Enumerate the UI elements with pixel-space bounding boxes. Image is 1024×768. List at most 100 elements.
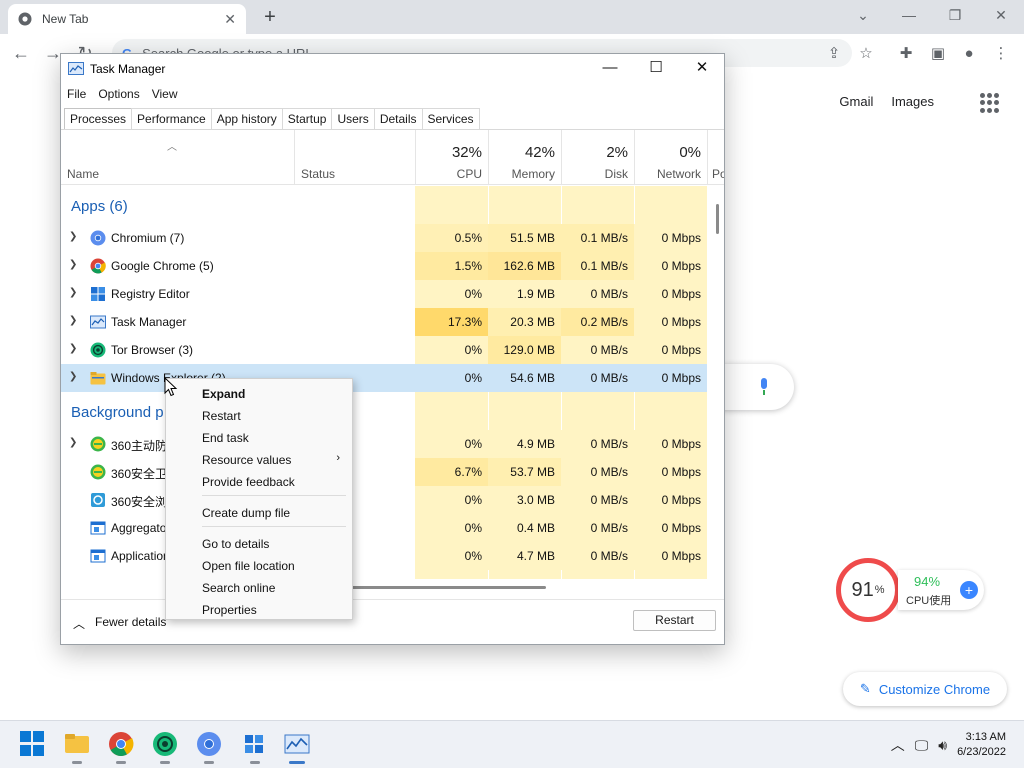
header-memory-pct: 42%	[524, 144, 555, 161]
star-icon[interactable]: ☆	[855, 43, 877, 65]
google-apps-icon[interactable]	[980, 93, 1000, 113]
table-row[interactable]: ❯ Chromium (7) 0.5% 51.5 MB 0.1 MB/s 0 M…	[61, 224, 707, 252]
volume-icon[interactable]: 🔊︎	[938, 737, 947, 754]
chevron-down-icon[interactable]: ⌄	[840, 0, 886, 32]
menu-item-search-online[interactable]: Search online	[166, 576, 352, 598]
table-row[interactable]: Application 0% 4.7 MB 0 MB/s 0 Mbps	[61, 542, 707, 570]
extensions-icon[interactable]: ✚	[895, 43, 917, 65]
table-row[interactable]: 360安全浏 0% 3.0 MB 0 MB/s 0 Mbps	[61, 486, 707, 514]
network-icon[interactable]: 🖵	[915, 737, 929, 754]
expand-chevron-icon[interactable]: ❯	[69, 343, 77, 354]
menu-item-properties[interactable]: Properties	[166, 598, 352, 620]
tab-startup[interactable]: Startup	[281, 108, 333, 129]
tab-performance[interactable]: Performance	[131, 108, 212, 129]
mic-icon[interactable]	[759, 378, 769, 396]
menu-item-expand[interactable]: Expand	[166, 382, 352, 404]
tab-services[interactable]: Services	[421, 108, 480, 129]
side-panel-icon[interactable]: ▣	[927, 43, 949, 65]
close-icon[interactable]: ✕	[978, 0, 1024, 32]
registry-icon	[91, 287, 105, 301]
maximize-icon[interactable]: ☐	[633, 54, 679, 84]
back-icon[interactable]: ←	[8, 40, 34, 66]
process-name: Tor Browser (3)	[111, 343, 194, 357]
table-row[interactable]: ❯ Registry Editor 0% 1.9 MB 0 MB/s 0 Mbp…	[61, 280, 707, 308]
memory-cell: 162.6 MB	[488, 252, 561, 280]
chrome-icon[interactable]	[108, 731, 134, 764]
chromium-icon[interactable]	[196, 731, 222, 764]
header-cpu-pct: 32%	[451, 144, 482, 161]
menu-item-go-to-details[interactable]: Go to details	[166, 532, 352, 554]
tab-bar: Processes Performance App history Startu…	[64, 108, 480, 129]
menu-item-create-dump-file[interactable]: Create dump file	[166, 501, 352, 523]
restore-icon[interactable]: ❐	[932, 0, 978, 32]
table-row[interactable]: ❯ Task Manager 17.3% 20.3 MB 0.2 MB/s 0 …	[61, 308, 707, 336]
menu-item-resource-values[interactable]: Resource values ›	[166, 448, 352, 470]
expand-chevron-icon[interactable]: ❯	[69, 371, 77, 382]
task-manager-icon[interactable]	[284, 731, 310, 764]
menu-item-end-task[interactable]: End task	[166, 426, 352, 448]
ring-value: 91	[851, 578, 874, 601]
chrome-tab[interactable]: New Tab ✕	[8, 4, 246, 34]
table-row[interactable]: ❯ 360主动防 0% 4.9 MB 0 MB/s 0 Mbps	[61, 430, 707, 458]
clock[interactable]: 3:13 AM 6/23/2022	[957, 730, 1006, 760]
cpu-cell: 0%	[415, 514, 488, 542]
tab-close-icon[interactable]: ✕	[224, 11, 236, 28]
chevron-right-icon: ›	[336, 452, 340, 464]
tor-browser-icon[interactable]	[152, 731, 178, 764]
minimize-icon[interactable]: —	[587, 54, 633, 84]
gmail-link[interactable]: Gmail	[839, 94, 873, 109]
header-disk[interactable]: 2% Disk	[561, 130, 634, 185]
table-row[interactable]: Aggregato 0% 0.4 MB 0 MB/s 0 Mbps	[61, 514, 707, 542]
restart-button[interactable]: Restart	[633, 610, 716, 631]
header-status-col[interactable]: Status	[294, 130, 415, 185]
registry-editor-icon[interactable]	[242, 731, 268, 764]
menu-icon[interactable]: ⋮	[990, 43, 1012, 65]
table-row[interactable]: ❯ Tor Browser (3) 0% 129.0 MB 0 MB/s 0 M…	[61, 336, 707, 364]
tab-app-history[interactable]: App history	[210, 108, 283, 129]
expand-chevron-icon[interactable]: ❯	[69, 315, 77, 326]
close-icon[interactable]: ✕	[679, 54, 724, 84]
plus-icon[interactable]: +	[960, 581, 978, 599]
expand-chevron-icon[interactable]: ❯	[69, 437, 77, 448]
360-safe-icon	[90, 464, 106, 480]
table-row-selected[interactable]: ❯ Windows Explorer (2) 0% 54.6 MB 0 MB/s…	[61, 364, 707, 392]
tab-processes[interactable]: Processes	[64, 108, 133, 129]
menu-file[interactable]: File	[67, 84, 92, 104]
minimize-icon[interactable]: —	[886, 0, 932, 32]
header-cpu[interactable]: 32% CPU	[415, 130, 488, 185]
profile-icon[interactable]: ●	[958, 43, 980, 65]
vertical-scrollbar[interactable]	[716, 204, 719, 234]
chevron-up-icon[interactable]: ︿	[891, 735, 905, 755]
header-network[interactable]: 0% Network	[634, 130, 707, 185]
tab-title: New Tab	[42, 12, 89, 26]
file-explorer-icon[interactable]	[64, 731, 90, 764]
expand-chevron-icon[interactable]: ❯	[69, 287, 77, 298]
table-row[interactable]: ❯ Google Chrome (5) 1.5% 162.6 MB 0.1 MB…	[61, 252, 707, 280]
header-name[interactable]: Name	[67, 167, 99, 181]
network-cell: 0 Mbps	[634, 308, 707, 336]
images-link[interactable]: Images	[891, 94, 934, 109]
tab-users[interactable]: Users	[331, 108, 375, 129]
memory-cell: 1.9 MB	[488, 280, 561, 308]
menu-item-provide-feedback[interactable]: Provide feedback	[166, 470, 352, 492]
fewer-details-toggle[interactable]: ︿ Fewer details	[73, 615, 166, 632]
menu-item-open-file-location[interactable]: Open file location	[166, 554, 352, 576]
header-power[interactable]: Po	[707, 130, 724, 185]
header-memory[interactable]: 42% Memory	[488, 130, 561, 185]
tab-details[interactable]: Details	[373, 108, 423, 129]
context-menu: Expand Restart End task Resource values …	[165, 378, 353, 620]
menu-view[interactable]: View	[152, 84, 184, 104]
new-tab-button[interactable]: +	[258, 5, 282, 29]
menu-item-restart[interactable]: Restart	[166, 404, 352, 426]
expand-chevron-icon[interactable]: ❯	[69, 259, 77, 270]
share-icon[interactable]: ⇪	[823, 43, 845, 65]
expand-chevron-icon[interactable]: ❯	[69, 231, 77, 242]
disk-cell: 0 MB/s	[561, 336, 634, 364]
title-bar[interactable]: Task Manager — ☐ ✕	[61, 54, 724, 84]
menu-options[interactable]: Options	[98, 84, 145, 104]
customize-chrome-button[interactable]: ✎ Customize Chrome	[843, 672, 1007, 706]
windows-start-icon[interactable]	[20, 731, 46, 757]
table-row[interactable]: 360安全卫 6.7% 53.7 MB 0 MB/s 0 Mbps	[61, 458, 707, 486]
header-status: Status	[301, 167, 336, 181]
process-list: Apps (6) ❯ Chromium (7) 0.5% 51.5 MB 0.1…	[61, 186, 724, 579]
